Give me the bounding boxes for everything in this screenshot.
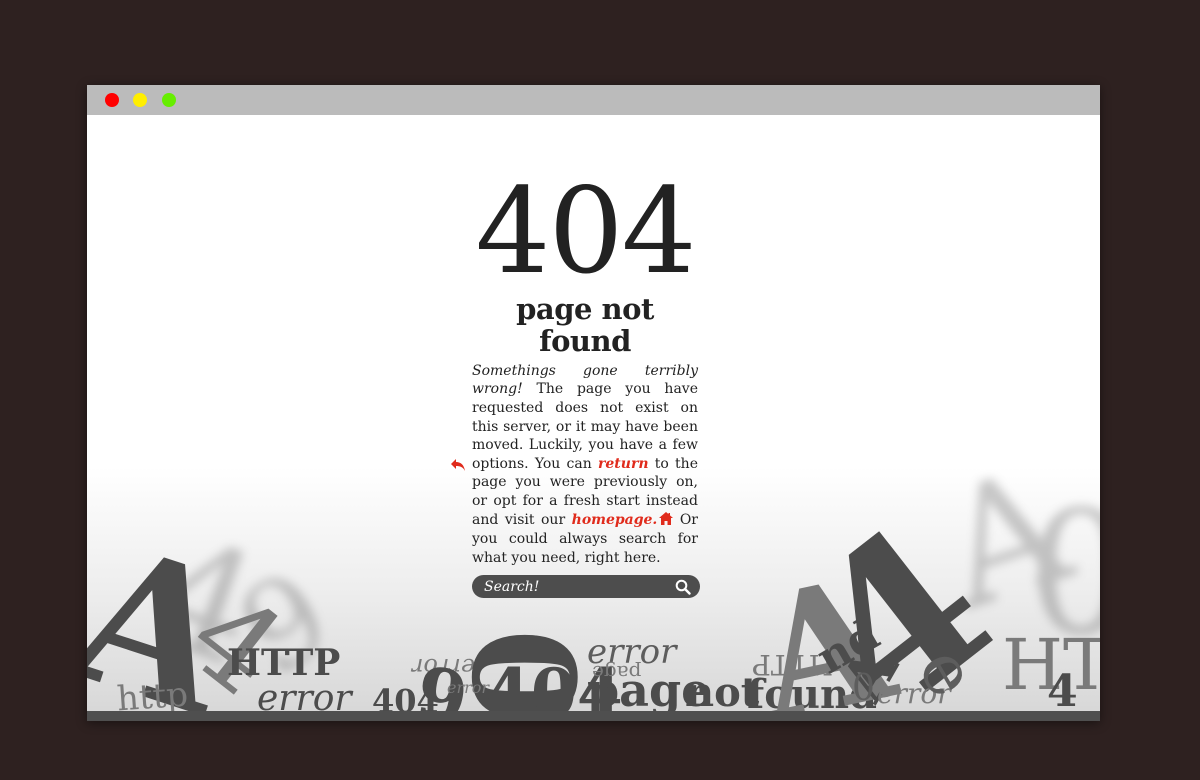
home-icon[interactable] <box>659 511 674 531</box>
error-code: 404 <box>475 162 696 300</box>
debris-word: HTTP <box>227 642 341 684</box>
page-content: A 0 4 9 A 4 HTTP http error 404 error 9 … <box>87 115 1100 721</box>
return-arrow-icon[interactable] <box>450 458 466 478</box>
search-icon[interactable] <box>675 579 691 599</box>
ground-strip <box>87 711 1100 721</box>
search-input[interactable] <box>484 577 664 597</box>
close-button[interactable] <box>105 93 119 107</box>
return-link[interactable]: return <box>598 456 648 472</box>
debris-letter: 4 <box>1047 666 1078 717</box>
debris-word: error <box>447 678 490 697</box>
maximize-button[interactable] <box>162 93 176 107</box>
search-bar <box>472 575 700 599</box>
title-bar <box>87 85 1100 115</box>
error-message: Somethings gone terribly wrong! The page… <box>451 362 698 568</box>
debris-word: page <box>592 661 642 685</box>
minimize-button[interactable] <box>133 93 147 107</box>
homepage-link[interactable]: homepage. <box>572 512 658 528</box>
page-title: page not found <box>516 292 654 358</box>
browser-window: A 0 4 9 A 4 HTTP http error 404 error 9 … <box>87 85 1100 721</box>
error-panel: 404 page not found Somethings gone terri… <box>451 162 700 599</box>
debris-letter: 0 <box>852 668 875 709</box>
